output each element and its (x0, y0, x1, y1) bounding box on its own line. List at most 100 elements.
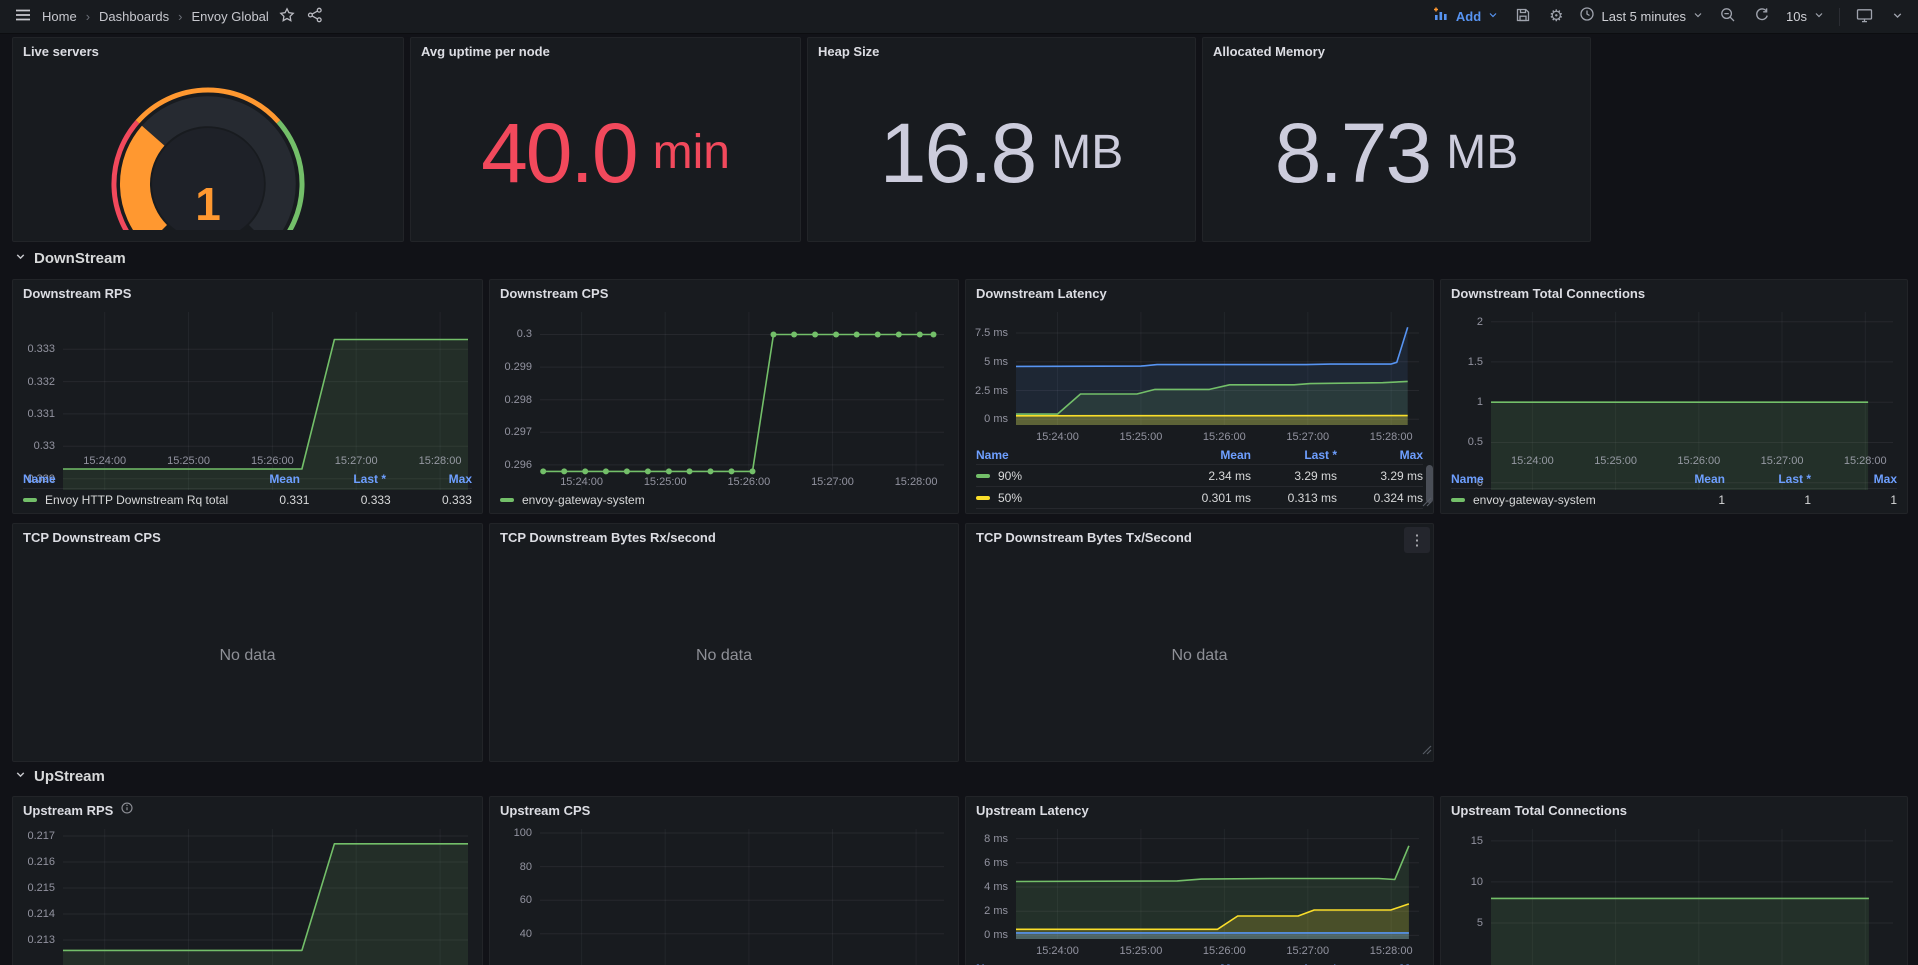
legend-column-header[interactable]: Max (386, 472, 472, 486)
monitor-icon (1856, 7, 1873, 26)
y-axis-tick-label: 80 (494, 861, 532, 873)
share-icon (307, 7, 323, 26)
legend-series-name[interactable]: 50% (976, 491, 1165, 505)
legend-column-header[interactable]: Mean (1165, 962, 1251, 965)
y-axis-tick-label: 0 ms (970, 929, 1008, 941)
chart-plot-area (63, 829, 468, 965)
legend-column-header[interactable]: Mean (1165, 448, 1251, 462)
stat-number: 40.0 (481, 111, 637, 195)
stat-value: 8.73 MB (1203, 64, 1590, 241)
save-dashboard-button[interactable] (1513, 5, 1533, 28)
legend-item[interactable]: envoy-gateway-system (500, 490, 948, 510)
refresh-interval-select[interactable]: 10s (1786, 8, 1825, 26)
chart-plot-area (540, 312, 944, 490)
panel-title[interactable]: TCP Downstream CPS (23, 530, 161, 545)
panel-title[interactable]: TCP Downstream Bytes Tx/Second (976, 530, 1192, 545)
panel-title[interactable]: Upstream CPS (500, 803, 590, 818)
panel-title[interactable]: Live servers (23, 44, 99, 59)
timeseries-chart: 21.510.5015:24:0015:25:0015:26:0015:27:0… (1445, 306, 1901, 469)
chevron-down-icon (1813, 8, 1825, 26)
stat-value: 40.0 min (411, 64, 800, 241)
legend-column-header[interactable]: Name (976, 448, 1165, 462)
panel-upstream-cps: Upstream CPS 10080604015:24:0015:25:0015… (489, 796, 959, 965)
add-label: Add (1456, 9, 1481, 24)
no-data-message: No data (966, 550, 1433, 761)
panel-title[interactable]: Downstream RPS (23, 286, 131, 301)
magnifier-minus-icon (1720, 7, 1736, 26)
save-icon (1515, 7, 1531, 26)
breadcrumb-dashboards[interactable]: Dashboards (99, 9, 169, 24)
panel-title[interactable]: Allocated Memory (1213, 44, 1325, 59)
time-range-picker[interactable]: Last 5 minutes (1579, 6, 1704, 27)
stat-unit: MB (1446, 129, 1518, 177)
section-row-upstream[interactable]: UpStream (14, 768, 105, 785)
panel-downstream-cps: Downstream CPS 0.30.2990.2980.2970.29615… (489, 279, 959, 514)
panel-title[interactable]: Downstream CPS (500, 286, 608, 301)
legend-column-header[interactable]: Last * (1251, 448, 1337, 462)
legend-column-header[interactable]: Last * (300, 472, 386, 486)
x-axis-tick-label: 15:28:00 (878, 476, 954, 488)
x-axis-tick-label: 15:25:00 (1103, 945, 1179, 957)
panel-title[interactable]: Heap Size (818, 44, 879, 59)
refresh-button[interactable] (1752, 5, 1772, 28)
legend-column-header[interactable]: Mean (214, 472, 300, 486)
legend-column-header[interactable]: Mean (1639, 472, 1725, 486)
chart-plot-area (1491, 829, 1893, 965)
panel-resize-handle[interactable] (1422, 742, 1432, 760)
dashboard-settings-button[interactable]: ⚙ (1547, 7, 1565, 27)
chart-legend: envoy-gateway-system (490, 490, 958, 513)
panel-resize-handle[interactable] (1422, 494, 1432, 512)
y-axis-tick-label: 10 (1445, 876, 1483, 888)
top-nav-bar: Home › Dashboards › Envoy Global (0, 0, 1918, 34)
legend-column-header[interactable]: Last * (1725, 472, 1811, 486)
x-axis-tick-label: 15:28:00 (1827, 455, 1903, 467)
panel-title[interactable]: Avg uptime per node (421, 44, 550, 59)
breadcrumb-home[interactable]: Home (42, 9, 77, 24)
share-dashboard-button[interactable] (305, 5, 325, 28)
panel-title[interactable]: Upstream Latency (976, 803, 1089, 818)
panel-title[interactable]: Downstream Total Connections (1451, 286, 1645, 301)
section-row-downstream[interactable]: DownStream (14, 250, 126, 267)
legend-row: 99%4.89 ms8 ms8 ms (976, 508, 1423, 513)
panel-title[interactable]: Downstream Latency (976, 286, 1107, 301)
breadcrumb-separator: › (177, 9, 183, 24)
panel-title[interactable]: Upstream RPS (23, 803, 113, 818)
kiosk-mode-button[interactable] (1854, 5, 1875, 28)
nav-more-chevron[interactable] (1889, 7, 1906, 27)
legend-column-header[interactable]: Max (1811, 472, 1897, 486)
chart-plot-area (1016, 829, 1419, 939)
legend-column-header[interactable]: Max (1337, 962, 1423, 965)
legend-column-header[interactable]: Name (976, 962, 1165, 965)
panel-upstream-total-connections: Upstream Total Connections 1510515:24:00… (1440, 796, 1908, 965)
legend-series-name[interactable]: Envoy HTTP Downstream Rq total (23, 493, 228, 507)
legend-value: 0.324 ms (1337, 491, 1423, 505)
x-axis-tick-label: 15:26:00 (1186, 431, 1262, 443)
y-axis-tick-label: 5 ms (970, 356, 1008, 368)
panel-title[interactable]: Upstream Total Connections (1451, 803, 1627, 818)
legend-value: 4.89 ms (1165, 513, 1251, 514)
legend-series-name[interactable]: envoy-gateway-system (1451, 493, 1639, 507)
panel-menu-button[interactable]: ⋮ (1404, 527, 1430, 553)
x-axis-tick-label: 15:27:00 (1270, 431, 1346, 443)
stat-value: 16.8 MB (808, 64, 1195, 241)
legend-series-chip (500, 498, 514, 502)
legend-column-header[interactable]: Name (23, 472, 214, 486)
legend-series-name[interactable]: 90% (976, 469, 1165, 483)
legend-series-name[interactable]: envoy-gateway-system (522, 493, 645, 507)
info-icon[interactable] (120, 801, 134, 820)
panel-title[interactable]: TCP Downstream Bytes Rx/second (500, 530, 716, 545)
y-axis-tick-label: 5 (1445, 917, 1483, 929)
mega-menu-toggle[interactable] (12, 5, 34, 28)
add-panel-button[interactable]: Add (1433, 6, 1499, 27)
legend-column-header[interactable]: Max (1337, 448, 1423, 462)
favorite-star-button[interactable] (277, 5, 297, 28)
y-axis-tick-label: 0.33 (17, 440, 55, 452)
x-axis-tick-label: 15:24:00 (1494, 455, 1570, 467)
stat-number: 16.8 (880, 111, 1036, 195)
zoom-out-time-button[interactable] (1718, 5, 1738, 28)
legend-series-name[interactable]: 99% (976, 513, 1165, 514)
legend-column-header[interactable]: Last * (1251, 962, 1337, 965)
legend-column-header[interactable]: Name (1451, 472, 1639, 486)
y-axis-tick-label: 0.297 (494, 426, 532, 438)
y-axis-tick-label: 6 ms (970, 857, 1008, 869)
